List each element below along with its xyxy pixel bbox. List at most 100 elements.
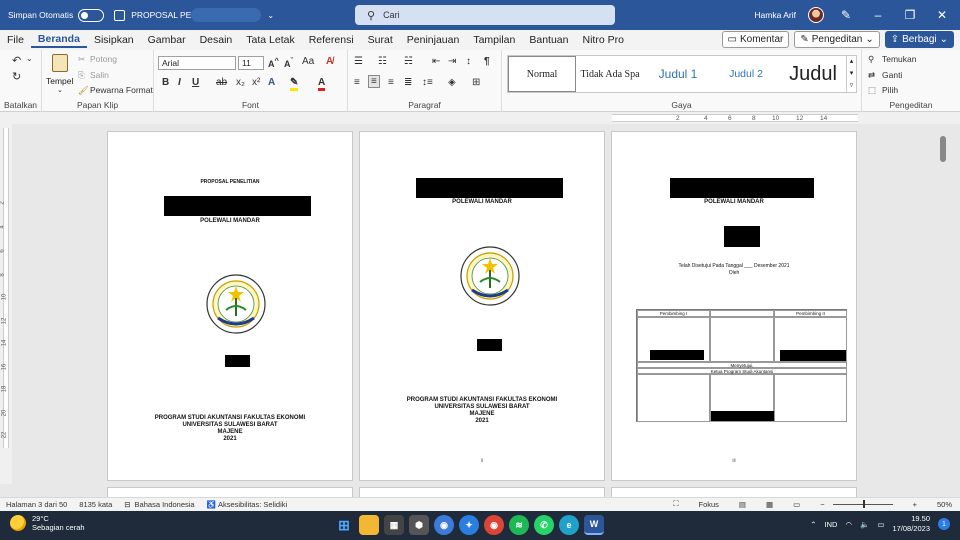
show-marks-icon[interactable]: ¶	[484, 56, 490, 67]
align-left-icon[interactable]: ≡	[354, 77, 360, 88]
tab-file[interactable]: File	[0, 34, 31, 46]
paste-button[interactable]: Tempel ⌄	[46, 54, 74, 94]
app-cube-icon[interactable]: ⬢	[409, 515, 429, 535]
underline-icon[interactable]: U	[192, 77, 199, 88]
text-effects-icon[interactable]: A	[268, 77, 275, 88]
tab-help[interactable]: Bantuan	[522, 34, 575, 46]
style-no-spacing[interactable]: Tidak Ada Spa	[576, 56, 644, 92]
page-3[interactable]: POLEWALI MANDAR Telah Disetujui Pada Tan…	[611, 131, 857, 481]
style-heading-1[interactable]: Judul 1	[644, 56, 712, 92]
tab-references[interactable]: Referensi	[302, 34, 361, 46]
zoom-level[interactable]: 50%	[937, 500, 952, 509]
focus-icon[interactable]: ⛶	[673, 499, 678, 509]
grow-font-icon[interactable]: A^	[268, 56, 279, 69]
keyboard-language[interactable]: IND	[825, 520, 838, 529]
vertical-ruler[interactable]: 2 4 6 8 10 12 14 16 18 20 22	[0, 124, 12, 484]
minimize-icon[interactable]: –	[868, 8, 888, 22]
document-title-area[interactable]: PROPOSAL PE ⌄	[114, 8, 274, 22]
replace-button[interactable]: Ganti	[882, 70, 902, 80]
zoom-thumb[interactable]	[862, 499, 865, 508]
sort-icon[interactable]: ↕	[466, 56, 471, 67]
weather-widget[interactable]: 29°C Sebagian cerah	[10, 514, 85, 532]
chrome-icon-2[interactable]: ◉	[484, 515, 504, 535]
edge-icon[interactable]: e	[559, 515, 579, 535]
autosave-toggle[interactable]	[78, 8, 105, 22]
pen-icon[interactable]: ✎	[836, 8, 856, 22]
multilevel-list-icon[interactable]: ☵	[404, 56, 413, 67]
battery-icon[interactable]: ▭	[877, 520, 884, 529]
zoom-in-icon[interactable]: +	[913, 500, 917, 509]
horizontal-ruler[interactable]: 2 4 6 8 10 12 14	[0, 112, 960, 124]
language[interactable]: Bahasa Indonesia	[135, 500, 195, 509]
font-name-select[interactable]: Arial	[158, 56, 236, 70]
tab-layout[interactable]: Tata Letak	[239, 34, 301, 46]
find-icon[interactable]: ⚲	[868, 54, 874, 65]
chrome-icon-1[interactable]: ◉	[434, 515, 454, 535]
font-color-icon[interactable]: A	[318, 77, 326, 91]
tab-insert[interactable]: Sisipkan	[87, 34, 141, 46]
close-icon[interactable]: ✕	[932, 8, 952, 22]
page-1[interactable]: PROPOSAL PENELITIAN POLEWALI MANDAR PROG…	[107, 131, 353, 481]
tab-design[interactable]: Desain	[193, 34, 240, 46]
borders-icon[interactable]: ⊞	[472, 77, 480, 88]
start-icon[interactable]: ⊞	[334, 515, 354, 535]
replace-icon[interactable]: ⇄	[868, 70, 875, 81]
copy-icon[interactable]: ⎘	[78, 70, 85, 81]
change-case-icon[interactable]: Aa	[302, 56, 314, 67]
tab-home[interactable]: Beranda	[30, 33, 87, 48]
superscript-icon[interactable]: x²	[252, 77, 260, 88]
wifi-icon[interactable]: ◠	[845, 520, 852, 529]
styles-scroll[interactable]: ▴ ▾ ▿	[846, 56, 856, 92]
redo-icon[interactable]: ↻	[12, 70, 21, 83]
select-button[interactable]: Pilih	[882, 85, 898, 95]
bullets-icon[interactable]: ☰	[354, 56, 363, 67]
tray-chevron-icon[interactable]: ⌃	[810, 520, 816, 529]
accessibility-icon[interactable]: ♿	[207, 500, 216, 509]
style-heading-2[interactable]: Judul 2	[712, 56, 780, 92]
share-button[interactable]: ⇪ Berbagi ⌄	[884, 31, 954, 48]
editing-mode-button[interactable]: ✎ Pengeditan ⌄	[794, 31, 880, 48]
spotify-icon[interactable]: ≋	[509, 515, 529, 535]
read-mode-icon[interactable]: ▤	[739, 500, 746, 509]
format-painter-icon[interactable]: 🖌	[78, 85, 89, 96]
page-2[interactable]: POLEWALI MANDAR PROGRAM STUDI AKUNTANSI …	[359, 131, 605, 481]
style-title[interactable]: Judul	[780, 56, 846, 92]
vertical-scrollbar[interactable]	[940, 128, 946, 488]
tab-nitro[interactable]: Nitro Pro	[575, 34, 630, 46]
undo-icon[interactable]: ↶	[12, 54, 21, 67]
focus-button[interactable]: Fokus	[698, 500, 718, 509]
style-normal[interactable]: Normal	[508, 56, 576, 92]
page-4[interactable]	[107, 487, 353, 497]
comments-button[interactable]: ▭ Komentar	[721, 31, 790, 48]
tab-draw[interactable]: Gambar	[141, 34, 193, 46]
web-layout-icon[interactable]: ▭	[793, 500, 800, 509]
font-size-select[interactable]: 11	[238, 56, 264, 70]
tab-view[interactable]: Tampilan	[466, 34, 522, 46]
file-explorer-icon[interactable]	[359, 515, 379, 535]
subscript-icon[interactable]: x₂	[236, 77, 245, 88]
scrollbar-thumb[interactable]	[940, 136, 946, 162]
app-blue-icon[interactable]: ✦	[459, 515, 479, 535]
zoom-slider[interactable]	[832, 499, 893, 508]
select-icon[interactable]: ⬚	[868, 85, 876, 96]
zoom-out-icon[interactable]: −	[820, 500, 824, 509]
bold-icon[interactable]: B	[162, 77, 169, 88]
store-icon[interactable]: ▦	[384, 515, 404, 535]
justify-icon[interactable]: ≣	[404, 77, 412, 88]
strikethrough-icon[interactable]: ab	[216, 77, 227, 88]
document-canvas[interactable]: PROPOSAL PENELITIAN POLEWALI MANDAR PROG…	[12, 124, 948, 497]
clear-format-icon[interactable]: A̸	[326, 56, 333, 67]
cut-icon[interactable]: ✂	[78, 54, 85, 65]
copy-button[interactable]: Salin	[90, 70, 109, 80]
italic-icon[interactable]: I	[178, 77, 181, 88]
clock[interactable]: 19.50 17/08/2023	[892, 514, 930, 534]
autosave[interactable]: Simpan Otomatis	[8, 8, 105, 22]
tab-mailings[interactable]: Surat	[361, 34, 400, 46]
accessibility-status[interactable]: Aksesibilitas: Selidiki	[218, 500, 287, 509]
notification-badge[interactable]: 1	[938, 518, 950, 530]
word-count[interactable]: 8135 kata	[79, 500, 112, 509]
print-layout-icon[interactable]: ▦	[766, 500, 773, 509]
chevron-down-icon[interactable]: ⌄	[26, 54, 33, 63]
word-icon[interactable]: W	[584, 515, 604, 535]
page-5[interactable]	[359, 487, 605, 497]
